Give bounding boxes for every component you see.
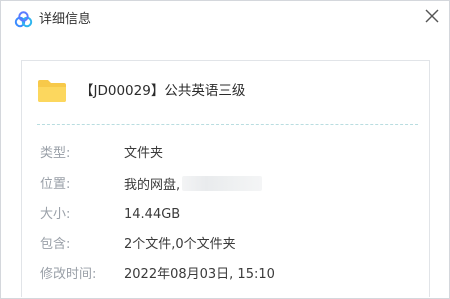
type-label: 类型: bbox=[40, 146, 71, 161]
location-value-wrapper: 我的网盘, bbox=[124, 176, 263, 195]
detail-row-modified: 修改时间: 2022年08月03日, 15:10 bbox=[22, 266, 429, 284]
cloud-link-logo-icon bbox=[14, 11, 33, 28]
size-label: 大小: bbox=[40, 207, 71, 222]
details-card: 【JD00029】公共英语三级 类型: 文件夹 位置: 我的网盘, 大小: 14… bbox=[21, 60, 430, 297]
close-icon[interactable] bbox=[421, 5, 443, 27]
detail-row-size: 大小: 14.44GB bbox=[22, 206, 429, 224]
contains-value: 2个文件,0个文件夹 bbox=[124, 237, 236, 252]
file-name: 【JD00029】公共英语三级 bbox=[80, 83, 246, 99]
detail-row-type: 类型: 文件夹 bbox=[22, 145, 429, 163]
divider bbox=[37, 124, 418, 125]
size-value: 14.44GB bbox=[124, 207, 181, 222]
redacted-path bbox=[182, 176, 263, 191]
dialog-titlebar: 详细信息 bbox=[1, 1, 449, 38]
detail-row-contains: 包含: 2个文件,0个文件夹 bbox=[22, 236, 429, 254]
dialog-title: 详细信息 bbox=[39, 12, 92, 27]
folder-icon bbox=[38, 80, 66, 102]
modified-value: 2022年08月03日, 15:10 bbox=[124, 267, 275, 282]
contains-label: 包含: bbox=[40, 237, 71, 252]
location-label: 位置: bbox=[40, 177, 71, 192]
detail-row-location: 位置: 我的网盘, bbox=[22, 176, 429, 194]
type-value: 文件夹 bbox=[124, 146, 164, 161]
modified-label: 修改时间: bbox=[40, 267, 97, 282]
location-value: 我的网盘, bbox=[124, 178, 181, 193]
details-dialog: 详细信息 【JD00029】公共英语三级 类型: 文件夹 位置: 我的网盘, 大… bbox=[0, 0, 450, 299]
